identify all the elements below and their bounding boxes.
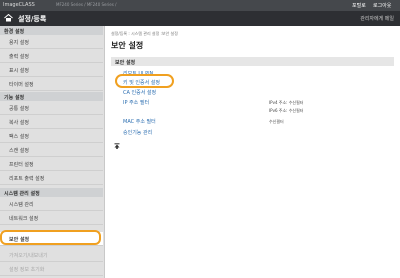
sidebar-item-timer[interactable]: 타이머 설정	[0, 77, 103, 91]
sidebar-item-network[interactable]: 네트워크 설정	[0, 211, 103, 225]
brand-name: ImageCLASS	[3, 2, 35, 8]
sidebar-section-heading: 기능 설정	[0, 92, 103, 101]
sidebar-item-reset-settings[interactable]: 설정 정보 초기화	[0, 262, 103, 276]
sidebar-item-report-output[interactable]: 리포트 출력 설정	[0, 171, 103, 185]
ipv4-filter-value: IPv4 주소: 수신필터	[269, 100, 304, 105]
page-title: 보안 설정	[111, 41, 144, 50]
key-cert-highlight-marker	[115, 74, 174, 88]
main-content: 설정/등록 : 시스템 관리 설정 :보안 설정 보안 설정 보안 설정 리모트…	[105, 26, 400, 278]
ca-cert-link[interactable]: CA 인증서 설정	[123, 89, 156, 96]
logout-link[interactable]: 로그아웃	[373, 2, 391, 9]
device-name: MF240 Series / MF240 Series /	[56, 2, 117, 7]
ipv6-filter-value: IPv6 주소: 수신필터	[269, 108, 304, 113]
sidebar-item-scan[interactable]: 스캔 설정	[0, 143, 103, 157]
sidebar-item-display[interactable]: 표시 설정	[0, 63, 103, 77]
sidebar-item-copy[interactable]: 복사 설정	[0, 115, 103, 129]
mac-filter-link[interactable]: MAC 주소 필터	[123, 118, 156, 125]
sidebar-item-output[interactable]: 출력 설정	[0, 49, 103, 63]
sidebar-section-heading: 환경 설정	[0, 26, 103, 35]
auth-management-link[interactable]: 승인기능 관리	[123, 129, 152, 136]
breadcrumb: 설정/등록 : 시스템 관리 설정 :보안 설정	[111, 31, 178, 36]
mac-filter-value: 수신필터	[269, 119, 284, 124]
home-icon[interactable]	[4, 14, 13, 22]
sidebar-item-common[interactable]: 공통 설정	[0, 101, 103, 115]
sidebar-item-paper[interactable]: 용지 설정	[0, 35, 103, 49]
sidebar-item-fax[interactable]: 팩스 설정	[0, 129, 103, 143]
mail-admin-link[interactable]: 관리자에게 메일	[360, 15, 394, 22]
title-bar: 설정/등록 관리자에게 메일	[0, 11, 400, 26]
sidebar-item-system-management[interactable]: 시스템 관리	[0, 197, 103, 211]
sidebar-item-import-export[interactable]: 가져오기/내보내기	[0, 248, 103, 262]
panel-heading: 보안 설정	[111, 57, 394, 66]
arrow-up-icon[interactable]	[114, 143, 120, 149]
security-highlight-marker	[0, 230, 101, 245]
portal-link[interactable]: 포털로	[352, 2, 366, 9]
sidebar-section-heading: 시스템 관리 설정	[0, 188, 103, 197]
top-bar: ImageCLASS MF240 Series / MF240 Series /…	[0, 0, 400, 11]
ip-filter-link[interactable]: IP 주소 필터	[123, 99, 149, 106]
page-header-title: 설정/등록	[18, 15, 47, 23]
sidebar-item-printer[interactable]: 프린터 설정	[0, 157, 103, 171]
